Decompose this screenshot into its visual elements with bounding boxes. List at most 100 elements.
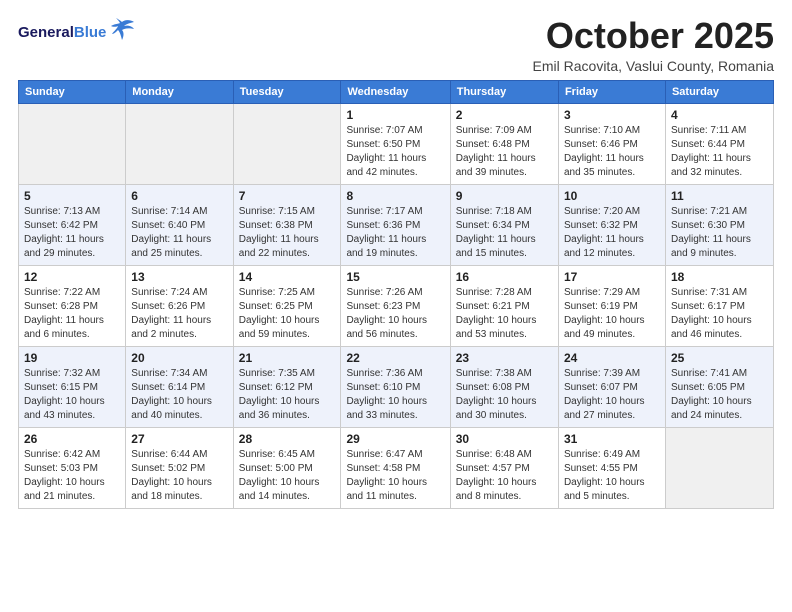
day-number: 17 bbox=[564, 270, 660, 284]
calendar-cell: 15 Sunrise: 7:26 AM Sunset: 6:23 PM Dayli… bbox=[341, 265, 450, 346]
day-number: 24 bbox=[564, 351, 660, 365]
day-number: 9 bbox=[456, 189, 553, 203]
day-number: 4 bbox=[671, 108, 768, 122]
day-info: Sunrise: 7:39 AM Sunset: 6:07 PM Dayligh… bbox=[564, 367, 660, 423]
day-info: Sunrise: 7:15 AM Sunset: 6:38 PM Dayligh… bbox=[239, 205, 336, 261]
day-number: 23 bbox=[456, 351, 553, 365]
day-info: Sunrise: 6:45 AM Sunset: 5:00 PM Dayligh… bbox=[239, 448, 336, 504]
day-info: Sunrise: 7:29 AM Sunset: 6:19 PM Dayligh… bbox=[564, 286, 660, 342]
day-number: 1 bbox=[346, 108, 444, 122]
month-title: October 2025 bbox=[533, 16, 774, 56]
calendar-cell: 26 Sunrise: 6:42 AM Sunset: 5:03 PM Dayli… bbox=[19, 427, 126, 508]
calendar-table: Sunday Monday Tuesday Wednesday Thursday… bbox=[18, 80, 774, 509]
day-info: Sunrise: 7:24 AM Sunset: 6:26 PM Dayligh… bbox=[131, 286, 227, 342]
day-number: 12 bbox=[24, 270, 120, 284]
day-info: Sunrise: 6:44 AM Sunset: 5:02 PM Dayligh… bbox=[131, 448, 227, 504]
day-info: Sunrise: 7:18 AM Sunset: 6:34 PM Dayligh… bbox=[456, 205, 553, 261]
day-number: 8 bbox=[346, 189, 444, 203]
calendar-cell: 17 Sunrise: 7:29 AM Sunset: 6:19 PM Dayli… bbox=[558, 265, 665, 346]
day-number: 28 bbox=[239, 432, 336, 446]
day-info: Sunrise: 7:22 AM Sunset: 6:28 PM Dayligh… bbox=[24, 286, 120, 342]
calendar-cell: 28 Sunrise: 6:45 AM Sunset: 5:00 PM Dayli… bbox=[233, 427, 341, 508]
day-number: 20 bbox=[131, 351, 227, 365]
calendar-cell: 9 Sunrise: 7:18 AM Sunset: 6:34 PM Daylig… bbox=[450, 184, 558, 265]
calendar-cell: 13 Sunrise: 7:24 AM Sunset: 6:26 PM Dayli… bbox=[126, 265, 233, 346]
calendar-cell: 3 Sunrise: 7:10 AM Sunset: 6:46 PM Daylig… bbox=[558, 103, 665, 184]
day-info: Sunrise: 7:32 AM Sunset: 6:15 PM Dayligh… bbox=[24, 367, 120, 423]
calendar-cell: 31 Sunrise: 6:49 AM Sunset: 4:55 PM Dayli… bbox=[558, 427, 665, 508]
day-info: Sunrise: 7:14 AM Sunset: 6:40 PM Dayligh… bbox=[131, 205, 227, 261]
calendar-week-row: 19 Sunrise: 7:32 AM Sunset: 6:15 PM Dayli… bbox=[19, 346, 774, 427]
calendar-cell: 24 Sunrise: 7:39 AM Sunset: 6:07 PM Dayli… bbox=[558, 346, 665, 427]
calendar-cell: 1 Sunrise: 7:07 AM Sunset: 6:50 PM Daylig… bbox=[341, 103, 450, 184]
day-number: 15 bbox=[346, 270, 444, 284]
day-info: Sunrise: 7:20 AM Sunset: 6:32 PM Dayligh… bbox=[564, 205, 660, 261]
calendar-cell: 12 Sunrise: 7:22 AM Sunset: 6:28 PM Dayli… bbox=[19, 265, 126, 346]
day-number: 13 bbox=[131, 270, 227, 284]
calendar-cell: 10 Sunrise: 7:20 AM Sunset: 6:32 PM Dayli… bbox=[558, 184, 665, 265]
calendar-cell: 20 Sunrise: 7:34 AM Sunset: 6:14 PM Dayli… bbox=[126, 346, 233, 427]
day-info: Sunrise: 7:35 AM Sunset: 6:12 PM Dayligh… bbox=[239, 367, 336, 423]
day-number: 29 bbox=[346, 432, 444, 446]
calendar-cell: 8 Sunrise: 7:17 AM Sunset: 6:36 PM Daylig… bbox=[341, 184, 450, 265]
day-number: 5 bbox=[24, 189, 120, 203]
day-number: 31 bbox=[564, 432, 660, 446]
col-tuesday: Tuesday bbox=[233, 80, 341, 103]
day-info: Sunrise: 7:31 AM Sunset: 6:17 PM Dayligh… bbox=[671, 286, 768, 342]
day-info: Sunrise: 7:17 AM Sunset: 6:36 PM Dayligh… bbox=[346, 205, 444, 261]
col-monday: Monday bbox=[126, 80, 233, 103]
calendar-cell: 19 Sunrise: 7:32 AM Sunset: 6:15 PM Dayli… bbox=[19, 346, 126, 427]
logo-bird-icon bbox=[108, 16, 136, 50]
day-number: 27 bbox=[131, 432, 227, 446]
calendar-cell: 6 Sunrise: 7:14 AM Sunset: 6:40 PM Daylig… bbox=[126, 184, 233, 265]
calendar-cell: 18Sunrise: 7:31 AM Sunset: 6:17 PM Dayli… bbox=[665, 265, 773, 346]
day-number: 2 bbox=[456, 108, 553, 122]
day-info: Sunrise: 7:41 AM Sunset: 6:05 PM Dayligh… bbox=[671, 367, 768, 423]
logo: GeneralBlue bbox=[18, 16, 136, 50]
day-info: Sunrise: 7:10 AM Sunset: 6:46 PM Dayligh… bbox=[564, 124, 660, 180]
day-info: Sunrise: 6:42 AM Sunset: 5:03 PM Dayligh… bbox=[24, 448, 120, 504]
day-info: Sunrise: 7:36 AM Sunset: 6:10 PM Dayligh… bbox=[346, 367, 444, 423]
calendar-cell bbox=[126, 103, 233, 184]
day-number: 10 bbox=[564, 189, 660, 203]
calendar-cell: 21 Sunrise: 7:35 AM Sunset: 6:12 PM Dayli… bbox=[233, 346, 341, 427]
calendar-cell: 2 Sunrise: 7:09 AM Sunset: 6:48 PM Daylig… bbox=[450, 103, 558, 184]
calendar-cell: 16 Sunrise: 7:28 AM Sunset: 6:21 PM Dayli… bbox=[450, 265, 558, 346]
calendar-cell: 4 Sunrise: 7:11 AM Sunset: 6:44 PM Daylig… bbox=[665, 103, 773, 184]
calendar-cell: 11 Sunrise: 7:21 AM Sunset: 6:30 PM Dayli… bbox=[665, 184, 773, 265]
day-info: Sunrise: 7:38 AM Sunset: 6:08 PM Dayligh… bbox=[456, 367, 553, 423]
calendar-cell bbox=[19, 103, 126, 184]
day-info: Sunrise: 7:25 AM Sunset: 6:25 PM Dayligh… bbox=[239, 286, 336, 342]
calendar-cell: 30 Sunrise: 6:48 AM Sunset: 4:57 PM Dayli… bbox=[450, 427, 558, 508]
col-sunday: Sunday bbox=[19, 80, 126, 103]
day-number: 14 bbox=[239, 270, 336, 284]
day-info: Sunrise: 7:34 AM Sunset: 6:14 PM Dayligh… bbox=[131, 367, 227, 423]
day-info: Sunrise: 7:09 AM Sunset: 6:48 PM Dayligh… bbox=[456, 124, 553, 180]
day-number: 16 bbox=[456, 270, 553, 284]
calendar-week-row: 1 Sunrise: 7:07 AM Sunset: 6:50 PM Daylig… bbox=[19, 103, 774, 184]
day-info: Sunrise: 7:07 AM Sunset: 6:50 PM Dayligh… bbox=[346, 124, 444, 180]
calendar-cell: 25Sunrise: 7:41 AM Sunset: 6:05 PM Dayli… bbox=[665, 346, 773, 427]
day-info: Sunrise: 7:28 AM Sunset: 6:21 PM Dayligh… bbox=[456, 286, 553, 342]
day-number: 19 bbox=[24, 351, 120, 365]
header: GeneralBlue October 2025 Emil Racovita, … bbox=[18, 16, 774, 74]
calendar-cell: 29Sunrise: 6:47 AM Sunset: 4:58 PM Dayli… bbox=[341, 427, 450, 508]
day-info: Sunrise: 7:11 AM Sunset: 6:44 PM Dayligh… bbox=[671, 124, 768, 180]
day-info: Sunrise: 6:48 AM Sunset: 4:57 PM Dayligh… bbox=[456, 448, 553, 504]
logo-text: GeneralBlue bbox=[18, 25, 106, 42]
day-info: Sunrise: 6:49 AM Sunset: 4:55 PM Dayligh… bbox=[564, 448, 660, 504]
day-number: 21 bbox=[239, 351, 336, 365]
day-info: Sunrise: 7:26 AM Sunset: 6:23 PM Dayligh… bbox=[346, 286, 444, 342]
day-number: 26 bbox=[24, 432, 120, 446]
calendar-week-row: 12 Sunrise: 7:22 AM Sunset: 6:28 PM Dayli… bbox=[19, 265, 774, 346]
day-number: 6 bbox=[131, 189, 227, 203]
calendar-cell: 23 Sunrise: 7:38 AM Sunset: 6:08 PM Dayli… bbox=[450, 346, 558, 427]
day-number: 11 bbox=[671, 189, 768, 203]
day-info: Sunrise: 7:21 AM Sunset: 6:30 PM Dayligh… bbox=[671, 205, 768, 261]
col-thursday: Thursday bbox=[450, 80, 558, 103]
day-number: 3 bbox=[564, 108, 660, 122]
calendar-cell: 27 Sunrise: 6:44 AM Sunset: 5:02 PM Dayli… bbox=[126, 427, 233, 508]
day-number: 7 bbox=[239, 189, 336, 203]
calendar-cell bbox=[665, 427, 773, 508]
day-number: 30 bbox=[456, 432, 553, 446]
